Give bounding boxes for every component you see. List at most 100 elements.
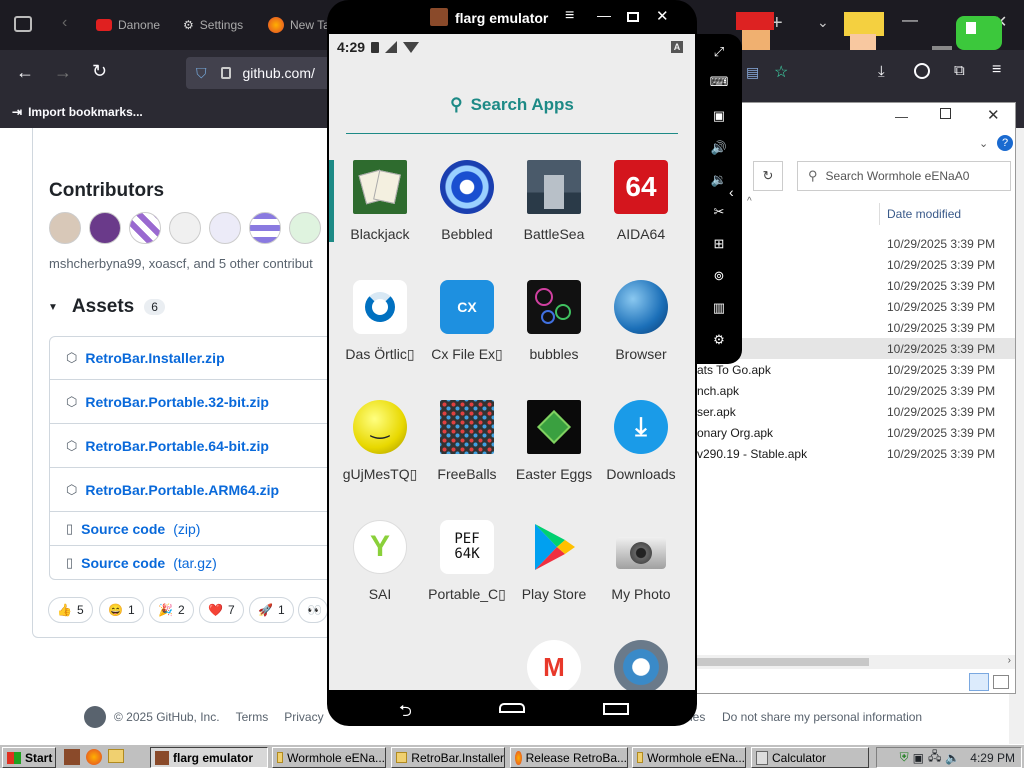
app-play-store[interactable]: Play Store xyxy=(510,520,598,630)
import-bookmarks-link[interactable]: Import bookmarks... xyxy=(28,105,143,119)
volume-icon[interactable]: 🔈 xyxy=(945,751,960,765)
maximize-icon[interactable] xyxy=(627,12,639,22)
asset-row[interactable]: ⬡ RetroBar.Portable.ARM64.zip xyxy=(50,468,340,512)
app-blackjack[interactable]: Blackjack xyxy=(336,160,424,270)
explorer-quicklaunch-icon[interactable] xyxy=(108,749,124,763)
app-partial-a[interactable]: M xyxy=(510,640,598,690)
help-icon[interactable]: ? xyxy=(997,135,1013,151)
taskbar-item-wormhole-2[interactable]: Wormhole eENa... xyxy=(632,747,746,768)
file-row-selected[interactable]: k10/29/2025 3:39 PM xyxy=(697,338,1015,359)
tab-scroll-left-icon[interactable]: ‹ xyxy=(62,14,67,32)
source-link[interactable]: Source code xyxy=(81,521,165,537)
tab-danone[interactable]: Danone xyxy=(96,9,160,41)
android-screen[interactable]: 4:29 A ⚲ Search Apps Blackjack Bebbled B… xyxy=(329,34,695,690)
asset-row[interactable]: ⬡ RetroBar.Installer.zip xyxy=(50,336,340,380)
footer-link-do-not-share[interactable]: Do not share my personal information xyxy=(722,710,922,724)
file-row[interactable]: 10/29/2025 3:39 PM xyxy=(697,296,1015,317)
file-row[interactable]: v290.19 - Stable.apk 10/29/2025 3:39 PM xyxy=(697,443,1015,464)
emulator-quicklaunch-icon[interactable] xyxy=(64,749,80,765)
details-view-icon[interactable] xyxy=(969,673,989,691)
minimize-icon[interactable]: — xyxy=(895,109,908,124)
taskbar-item-flarg-emulator[interactable]: flarg emulator xyxy=(150,747,268,768)
shake-icon[interactable]: ▥ xyxy=(707,296,731,320)
file-row[interactable]: 10/29/2025 3:39 PM xyxy=(697,275,1015,296)
settings-icon[interactable]: ⚙ xyxy=(707,328,731,352)
avatar[interactable] xyxy=(129,212,161,244)
large-icons-view-icon[interactable] xyxy=(993,675,1009,689)
taskbar-item-calculator[interactable]: Calculator xyxy=(751,747,869,768)
reload-icon[interactable]: ↻ xyxy=(92,61,107,82)
reaction-hooray[interactable]: 🎉 2 xyxy=(149,597,194,623)
footer-link-terms[interactable]: Terms xyxy=(236,710,269,724)
tab-settings[interactable]: ⚙ Settings xyxy=(183,9,243,41)
asset-link[interactable]: RetroBar.Installer.zip xyxy=(85,350,224,366)
tray-clock[interactable]: 4:29 PM xyxy=(970,751,1015,765)
source-row[interactable]: ▯ Source code (zip) xyxy=(50,512,340,546)
network-icon[interactable]: 🖧 xyxy=(928,747,941,768)
avatar[interactable] xyxy=(169,212,201,244)
keyboard-icon[interactable]: ⌨ xyxy=(707,70,731,94)
footer-link-privacy[interactable]: Privacy xyxy=(284,710,323,724)
file-row[interactable]: nch.apk 10/29/2025 3:39 PM xyxy=(697,380,1015,401)
app-gujmestq[interactable]: ‿ gUjMesTQ▯ xyxy=(336,400,424,510)
tracking-shield-icon[interactable]: ⛉ xyxy=(196,65,207,82)
extensions-icon[interactable]: ⧉ xyxy=(954,62,965,79)
maximize-icon[interactable] xyxy=(940,108,951,119)
app-freeballs[interactable]: FreeBalls xyxy=(423,400,511,510)
firefox-view-icon[interactable] xyxy=(14,16,32,32)
add-file-icon[interactable]: ⊞ xyxy=(707,232,731,256)
avatar[interactable] xyxy=(89,212,121,244)
firefox-quicklaunch-icon[interactable] xyxy=(86,749,102,765)
recents-nav-icon[interactable] xyxy=(603,703,629,715)
source-link[interactable]: Source code xyxy=(81,555,165,571)
apk-install-icon[interactable]: ▣ xyxy=(707,104,731,128)
minimize-icon[interactable]: — xyxy=(902,12,918,30)
app-bubbles[interactable]: bubbles xyxy=(510,280,598,390)
avatar[interactable] xyxy=(209,212,241,244)
account-icon[interactable] xyxy=(914,63,930,79)
file-row[interactable]: onary Org.apk 10/29/2025 3:39 PM xyxy=(697,422,1015,443)
app-das-oertliche[interactable]: Das Örtlic▯ xyxy=(336,280,424,390)
column-divider[interactable] xyxy=(879,203,880,225)
app-aida64[interactable]: 64 AIDA64 xyxy=(597,160,685,270)
reaction-rocket[interactable]: 🚀 1 xyxy=(249,597,294,623)
back-icon[interactable]: ← xyxy=(16,62,34,83)
avatar[interactable] xyxy=(249,212,281,244)
app-cx-file-explorer[interactable]: CX Cx File Ex▯ xyxy=(423,280,511,390)
downloads-icon[interactable]: ⤓ xyxy=(878,63,885,80)
avatar[interactable] xyxy=(49,212,81,244)
security-shield-icon[interactable]: ⛨ xyxy=(900,750,909,765)
column-date-modified[interactable]: Date modified xyxy=(887,207,961,221)
collapse-toolbar-icon[interactable]: ‹ xyxy=(729,184,734,200)
reader-view-icon[interactable]: ▤ xyxy=(746,64,759,81)
volume-up-icon[interactable]: 🔊 xyxy=(707,136,731,160)
app-browser[interactable]: Browser xyxy=(597,280,685,390)
url-text[interactable]: github.com/ xyxy=(243,65,315,81)
scroll-right-icon[interactable]: › xyxy=(1008,655,1011,666)
close-icon[interactable]: ✕ xyxy=(987,106,1000,124)
source-row[interactable]: ▯ Source code (tar.gz) xyxy=(50,546,340,580)
taskbar-item-release-retrobar[interactable]: Release RetroBa... xyxy=(510,747,628,768)
app-portable-c[interactable]: PEF 64K Portable_C▯ xyxy=(423,520,511,630)
refresh-button[interactable]: ↻ xyxy=(753,161,783,191)
fullscreen-icon[interactable]: ⤢ xyxy=(707,40,731,64)
app-battlesea[interactable]: BattleSea xyxy=(510,160,598,270)
expand-ribbon-icon[interactable]: ⌄ xyxy=(979,137,988,150)
home-nav-icon[interactable] xyxy=(499,703,525,713)
asset-row[interactable]: ⬡ RetroBar.Portable.32-bit.zip xyxy=(50,380,340,424)
tab-new[interactable]: New Ta xyxy=(268,9,330,41)
file-row[interactable]: 10/29/2025 3:39 PM xyxy=(697,254,1015,275)
minimize-icon[interactable]: — xyxy=(597,7,611,23)
reaction-thumbs-up[interactable]: 👍 5 xyxy=(48,597,93,623)
asset-link[interactable]: RetroBar.Portable.ARM64.zip xyxy=(85,482,279,498)
assets-header[interactable]: ▼ Assets 6 xyxy=(48,296,165,318)
file-row[interactable]: ats To Go.apk 10/29/2025 3:39 PM xyxy=(697,359,1015,380)
avatar[interactable] xyxy=(289,212,321,244)
reaction-eyes[interactable]: 👀 xyxy=(298,597,328,623)
file-row[interactable]: ser.apk 10/29/2025 3:39 PM xyxy=(697,401,1015,422)
reaction-heart[interactable]: ❤️ 7 xyxy=(199,597,244,623)
asset-link[interactable]: RetroBar.Portable.64-bit.zip xyxy=(85,438,269,454)
app-downloads[interactable]: ⤓ Downloads xyxy=(597,400,685,510)
app-bebbled[interactable]: Bebbled xyxy=(423,160,511,270)
reaction-laugh[interactable]: 😄 1 xyxy=(99,597,144,623)
